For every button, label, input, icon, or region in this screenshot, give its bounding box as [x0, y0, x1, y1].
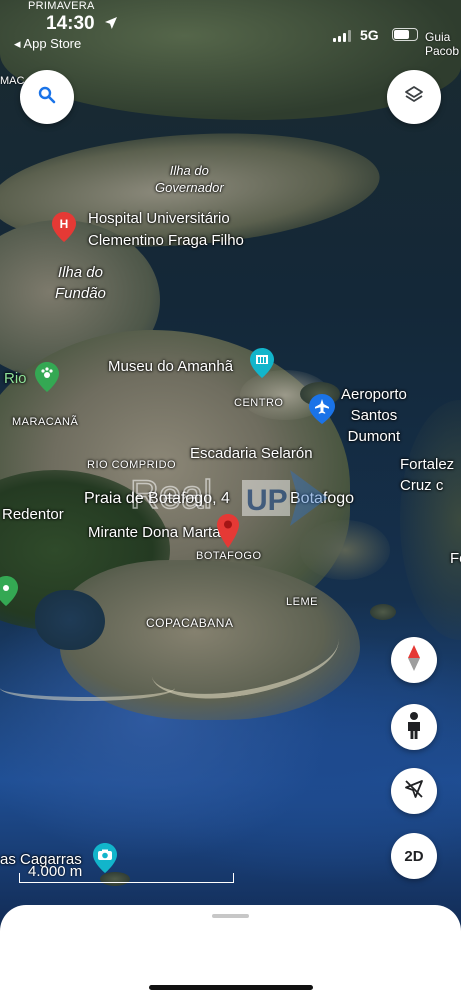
- scale-label: 4.000 m: [28, 863, 83, 880]
- navigation-off-icon: [402, 777, 426, 806]
- signal-icon: [333, 30, 351, 42]
- back-to-app-store[interactable]: ◂ App Store: [14, 36, 81, 52]
- label-top-right: Guia Pacob: [425, 30, 460, 58]
- location-arrow-icon: [104, 16, 118, 35]
- ipanema-beach: [0, 675, 175, 701]
- carrier-text: PRIMAVERA: [28, 0, 95, 12]
- network-type: 5G: [360, 27, 379, 43]
- lagoa: [35, 590, 105, 650]
- label-rio[interactable]: Rio: [4, 370, 27, 387]
- land-niteroi: [400, 400, 461, 640]
- label-escadaria[interactable]: Escadaria Selarón: [190, 445, 313, 462]
- hospital-pin-icon[interactable]: H: [52, 212, 76, 242]
- compass-button[interactable]: [391, 637, 437, 683]
- search-button[interactable]: [20, 70, 74, 124]
- label-ilha-governador[interactable]: Ilha do Governador: [155, 162, 224, 196]
- camera-pin-icon[interactable]: [93, 843, 117, 873]
- bottom-sheet[interactable]: [0, 905, 461, 1000]
- label-copacabana[interactable]: COPACABANA: [146, 616, 233, 630]
- svg-text:H: H: [60, 217, 69, 231]
- status-bar: PRIMAVERA 14:30 ◂ App Store 5G: [0, 0, 461, 56]
- label-hospital[interactable]: Hospital Universitário Clementino Fraga …: [88, 208, 244, 252]
- compass-icon: [406, 644, 422, 677]
- label-top-left: MAC: [0, 75, 25, 87]
- layers-icon: [403, 84, 425, 111]
- sheet-drag-handle[interactable]: [212, 914, 249, 918]
- battery-icon: [392, 28, 418, 41]
- svg-text:UP: UP: [246, 484, 288, 517]
- park-pin-left-icon[interactable]: [0, 576, 18, 606]
- label-leme[interactable]: LEME: [286, 596, 318, 608]
- label-centro[interactable]: CENTRO: [234, 397, 283, 409]
- island: [370, 604, 396, 620]
- label-aeroporto[interactable]: Aeroporto Santos Dumont: [341, 384, 407, 447]
- home-indicator[interactable]: [149, 985, 313, 990]
- label-maracana[interactable]: MARACANÃ: [12, 416, 78, 428]
- label-redentor[interactable]: Redentor: [2, 506, 64, 523]
- label-f-right[interactable]: Fo: [450, 550, 461, 567]
- street-view-button[interactable]: [391, 704, 437, 750]
- label-ilha-fundao[interactable]: Ilha do Fundão: [55, 262, 106, 304]
- svg-text:Real: Real: [130, 473, 212, 517]
- watermark-logo: Real UP: [129, 462, 330, 532]
- view-mode-button[interactable]: 2D: [391, 833, 437, 879]
- label-botafogo[interactable]: BOTAFOGO: [196, 550, 262, 562]
- search-icon: [37, 85, 57, 110]
- clock: 14:30: [46, 13, 95, 34]
- label-museu[interactable]: Museu do Amanhã: [108, 358, 233, 375]
- navigation-off-button[interactable]: [391, 768, 437, 814]
- layers-button[interactable]: [387, 70, 441, 124]
- airport-pin-icon[interactable]: [309, 394, 335, 424]
- label-fortaleza[interactable]: Fortalez Cruz c: [400, 454, 454, 496]
- museum-pin-icon[interactable]: [250, 348, 274, 378]
- pegman-icon: [406, 711, 422, 744]
- park-pin-icon[interactable]: [35, 362, 59, 392]
